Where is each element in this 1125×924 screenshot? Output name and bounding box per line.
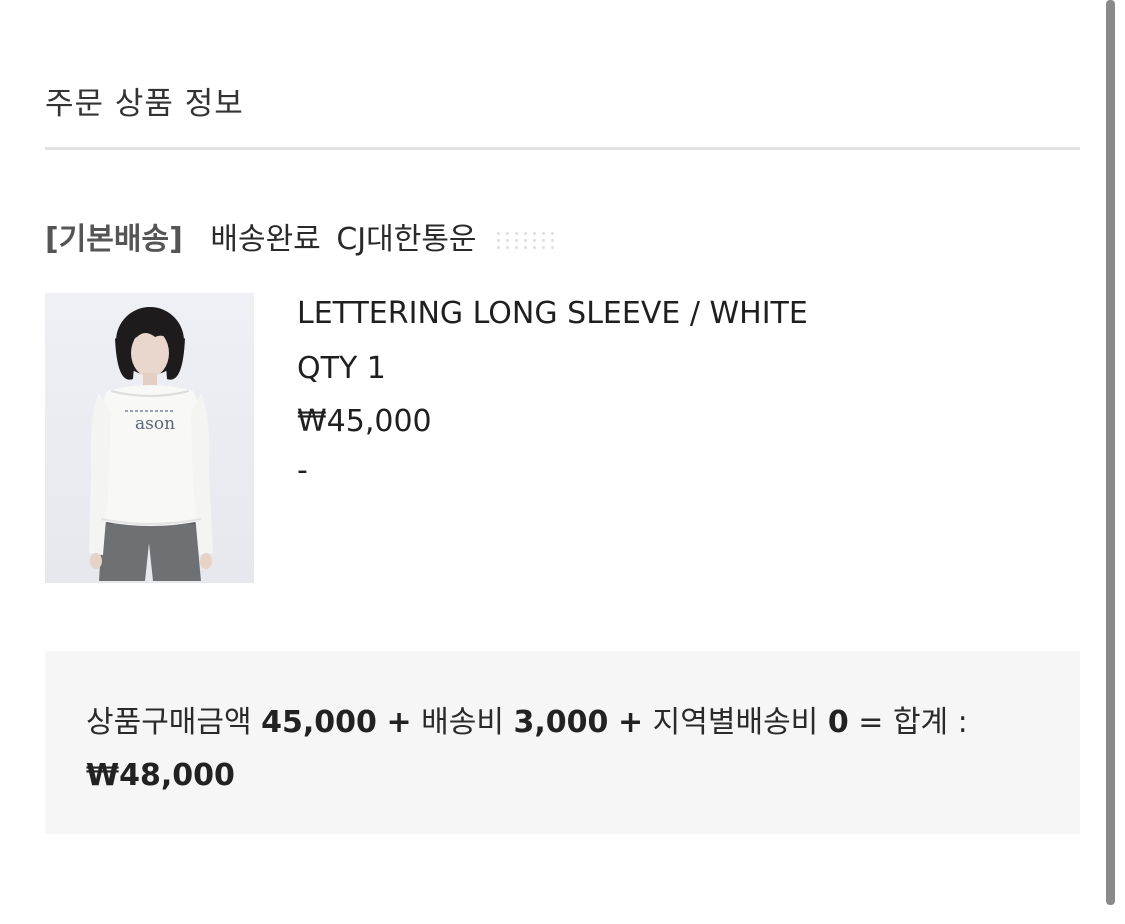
regional-fee-label: 지역별배송비	[652, 705, 819, 740]
shipping-fee-label: 배송비	[421, 705, 504, 740]
product-amount-value: 45,000	[261, 705, 377, 740]
product-quantity: QTY 1	[297, 351, 386, 386]
order-summary-box: 상품구매금액 45,000 + 배송비 3,000 + 지역별배송비 0 = 합…	[45, 651, 1080, 834]
product-thumbnail[interactable]: ason	[45, 293, 254, 583]
total-amount: ₩48,000	[86, 758, 235, 793]
product-price: ₩45,000	[297, 404, 432, 439]
total-label: 합계 :	[892, 705, 968, 740]
shirt-print-text: ason	[135, 414, 175, 434]
plus-sign: +	[617, 705, 644, 740]
equals-sign: =	[858, 705, 884, 740]
tracking-number-redacted	[494, 229, 555, 252]
order-items-page: 주문 상품 정보 [기본배송] 배송완료 CJ대한통운 ason LETTERI…	[0, 0, 1125, 924]
section-title: 주문 상품 정보	[45, 86, 244, 122]
plus-sign: +	[386, 705, 412, 740]
shipping-status: 배송완료	[210, 222, 321, 257]
section-divider	[45, 147, 1080, 150]
shipping-fee-value: 3,000	[513, 705, 609, 740]
product-option: -	[297, 453, 308, 488]
product-name[interactable]: LETTERING LONG SLEEVE / WHITE	[297, 296, 808, 331]
regional-fee-value: 0	[827, 705, 849, 740]
carrier-name[interactable]: CJ대한통운	[336, 222, 476, 257]
product-amount-label: 상품구매금액	[86, 705, 252, 740]
order-summary-text: 상품구매금액 45,000 + 배송비 3,000 + 지역별배송비 0 = 합…	[86, 696, 1046, 802]
product-info: LETTERING LONG SLEEVE / WHITE QTY 1 ₩45,…	[297, 296, 808, 488]
shipping-info: [기본배송] 배송완료 CJ대한통운	[45, 214, 555, 258]
shipping-type: [기본배송]	[45, 222, 183, 257]
vertical-scrollbar[interactable]	[1106, 0, 1115, 905]
product-photo-illustration: ason	[89, 307, 213, 581]
